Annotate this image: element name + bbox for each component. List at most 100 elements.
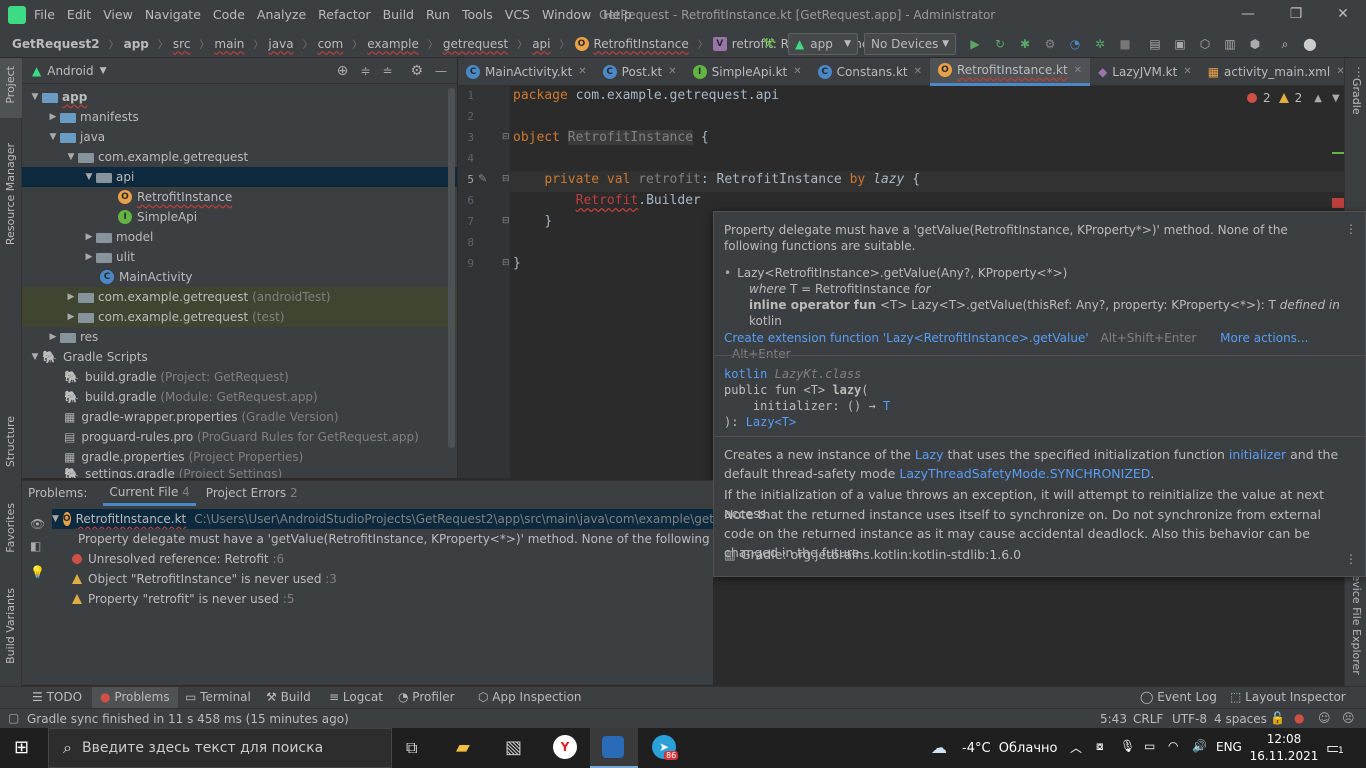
- wifi-icon[interactable]: ◠: [1168, 739, 1178, 753]
- fold-icon[interactable]: ⊟: [502, 216, 510, 226]
- menu-edit[interactable]: Edit: [61, 7, 97, 22]
- menu-tools[interactable]: Tools: [456, 7, 499, 22]
- menu-window[interactable]: Window: [536, 7, 597, 22]
- more-icon[interactable]: ⋮: [1353, 65, 1365, 79]
- chevron-down-icon[interactable]: ▼: [28, 92, 42, 102]
- apply-changes-icon[interactable]: ↻: [989, 33, 1011, 55]
- android-studio-taskbar-button[interactable]: [590, 728, 638, 768]
- task-app-icon[interactable]: ▧: [505, 737, 522, 758]
- hide-icon[interactable]: —: [435, 64, 447, 78]
- tree-item-api[interactable]: ▼ api: [22, 167, 457, 187]
- minimize-icon[interactable]: —: [1233, 6, 1263, 22]
- problem-item[interactable]: Object "RetrofitInstance" is never used …: [72, 569, 337, 589]
- tree-item-ulit[interactable]: ▶ ulit: [22, 247, 457, 267]
- device-select[interactable]: No Devices ▼: [864, 33, 956, 55]
- tree-item-gradle-scripts[interactable]: ▼ 🐘 Gradle Scripts: [22, 347, 457, 367]
- menu-view[interactable]: View: [97, 7, 139, 22]
- chevron-down-icon[interactable]: ▼: [52, 514, 59, 524]
- coverage-icon[interactable]: ✲: [1089, 33, 1111, 55]
- settings-icon[interactable]: ⬤: [1299, 33, 1321, 55]
- network-device-icon[interactable]: ⧇: [1096, 739, 1104, 754]
- close-tab-icon[interactable]: ✕: [578, 66, 586, 77]
- close-tab-icon[interactable]: ✕: [1074, 65, 1082, 76]
- file-encoding[interactable]: UTF-8: [1172, 712, 1207, 726]
- caret-position[interactable]: 5:43: [1100, 712, 1127, 726]
- tool-tab-app-inspection[interactable]: ⬡ App Inspection: [478, 690, 582, 704]
- microphone-icon[interactable]: 🎙: [1120, 739, 1135, 753]
- eye-icon[interactable]: 👁: [30, 517, 45, 531]
- chevron-up-icon[interactable]: ︿: [1070, 739, 1082, 756]
- toggle-tool-windows-icon[interactable]: ▢: [8, 711, 19, 725]
- problem-item[interactable]: Property "retrofit" is never used :5: [72, 589, 294, 609]
- tool-tab-todo[interactable]: ☰ TODO: [32, 690, 82, 704]
- close-tab-icon[interactable]: ✕: [668, 66, 676, 77]
- line-separator[interactable]: CRLF: [1133, 712, 1163, 726]
- hammer-icon[interactable]: ⚒: [758, 33, 780, 55]
- problem-item[interactable]: Property delegate must have a 'getValue(…: [72, 529, 713, 549]
- tree-item-proguard[interactable]: ▤ proguard-rules.pro (ProGuard Rules for…: [22, 427, 457, 447]
- menu-file[interactable]: File: [28, 7, 61, 22]
- chevron-right-icon[interactable]: ▶: [82, 252, 96, 262]
- tree-item-model[interactable]: ▶ model: [22, 227, 457, 247]
- preview-icon[interactable]: ◧: [30, 539, 41, 553]
- profiler-icon[interactable]: ◔: [1064, 33, 1086, 55]
- close-tab-icon[interactable]: ✕: [793, 66, 801, 77]
- tree-item-simpleapi[interactable]: I SimpleApi: [22, 207, 457, 227]
- favorites-tool-tab[interactable]: Favorites: [4, 503, 17, 553]
- fold-icon[interactable]: ⊟: [502, 258, 510, 268]
- yandex-browser-icon[interactable]: Y: [553, 735, 577, 759]
- maximize-icon[interactable]: ❐: [1281, 6, 1311, 22]
- create-extension-link[interactable]: Create extension function 'Lazy<Retrofit…: [724, 331, 1089, 345]
- doc-more-icon[interactable]: ⋮: [1345, 552, 1357, 566]
- tool-tab-logcat[interactable]: ≡ Logcat: [329, 690, 383, 704]
- collapse-all-icon[interactable]: ≐: [382, 64, 392, 78]
- more-options-icon[interactable]: ⋮: [1345, 222, 1357, 236]
- windows-start-icon[interactable]: ⊞: [14, 737, 29, 758]
- chevron-right-icon[interactable]: ▶: [64, 312, 78, 322]
- taskbar-search[interactable]: ⌕ Введите здесь текст для поиска: [48, 728, 392, 768]
- breadcrumb-main[interactable]: main: [214, 37, 244, 51]
- tab-retrofitinstance[interactable]: O RetrofitInstance.kt ✕: [930, 57, 1091, 86]
- menu-analyze[interactable]: Analyze: [251, 7, 312, 22]
- search-icon[interactable]: ⌕: [1274, 33, 1296, 55]
- clock-date[interactable]: 16.11.2021: [1248, 749, 1320, 763]
- breadcrumb-java[interactable]: java: [268, 37, 293, 51]
- close-tab-icon[interactable]: ✕: [914, 66, 922, 77]
- tool-tab-build[interactable]: ⚒ Build: [266, 690, 311, 704]
- inspection-widget[interactable]: 2 2 ▲ ▼: [1247, 91, 1340, 105]
- menu-code[interactable]: Code: [207, 7, 251, 22]
- tool-tab-problems[interactable]: ● Problems: [92, 687, 178, 709]
- chevron-down-icon[interactable]: ▼: [28, 352, 42, 362]
- task-view-icon[interactable]: ⧉: [406, 738, 417, 758]
- battery-icon[interactable]: ▭: [1144, 739, 1155, 753]
- tab-post[interactable]: C Post.kt ✕: [595, 58, 685, 86]
- problems-file-row[interactable]: ▼ O RetrofitInstance.kt C:\Users\User\An…: [52, 509, 713, 529]
- expand-all-icon[interactable]: ≑: [360, 64, 370, 78]
- project-view-select[interactable]: Android: [47, 64, 93, 78]
- tree-item-gradle-properties[interactable]: ▦ gradle.properties (Project Properties): [22, 447, 457, 467]
- fold-icon[interactable]: ⊟: [502, 132, 510, 142]
- happy-face-icon[interactable]: ☺: [1318, 711, 1331, 725]
- chevron-down-icon[interactable]: ▼: [64, 152, 78, 162]
- breadcrumb-class[interactable]: RetrofitInstance: [594, 37, 689, 51]
- tree-item-build-gradle-project[interactable]: 🐘 build.gradle (Project: GetRequest): [22, 367, 457, 387]
- tab-project-errors[interactable]: Project Errors 2: [206, 486, 298, 500]
- lock-icon[interactable]: 🔓: [1270, 711, 1285, 725]
- weather-text[interactable]: -4°C Облачно: [962, 741, 1057, 756]
- build-variants-tool-tab[interactable]: Build Variants: [4, 588, 17, 664]
- inspection-error-icon[interactable]: ●: [1294, 711, 1304, 725]
- sync-gradle-icon[interactable]: ⬢: [1244, 33, 1266, 55]
- menu-navigate[interactable]: Navigate: [139, 7, 207, 22]
- layout-inspector-icon[interactable]: ⬡: [1194, 33, 1216, 55]
- clock-time[interactable]: 12:08: [1254, 732, 1314, 746]
- lightbulb-icon[interactable]: 💡: [30, 565, 45, 579]
- run-icon[interactable]: ▶: [964, 33, 986, 55]
- tree-item-retrofitinstance[interactable]: O RetrofitInstance: [22, 187, 457, 207]
- tree-item-settings-gradle[interactable]: 🐘 settings.gradle (Project Settings): [22, 467, 457, 478]
- chevron-right-icon[interactable]: ▶: [46, 112, 60, 122]
- attach-debugger-icon[interactable]: ⚙: [1039, 33, 1061, 55]
- error-stripe-marker[interactable]: [1332, 198, 1344, 208]
- chevron-right-icon[interactable]: ▶: [64, 292, 78, 302]
- file-explorer-icon[interactable]: ▰: [456, 737, 470, 758]
- tool-tab-layout-inspector[interactable]: ⬚ Layout Inspector: [1230, 690, 1346, 704]
